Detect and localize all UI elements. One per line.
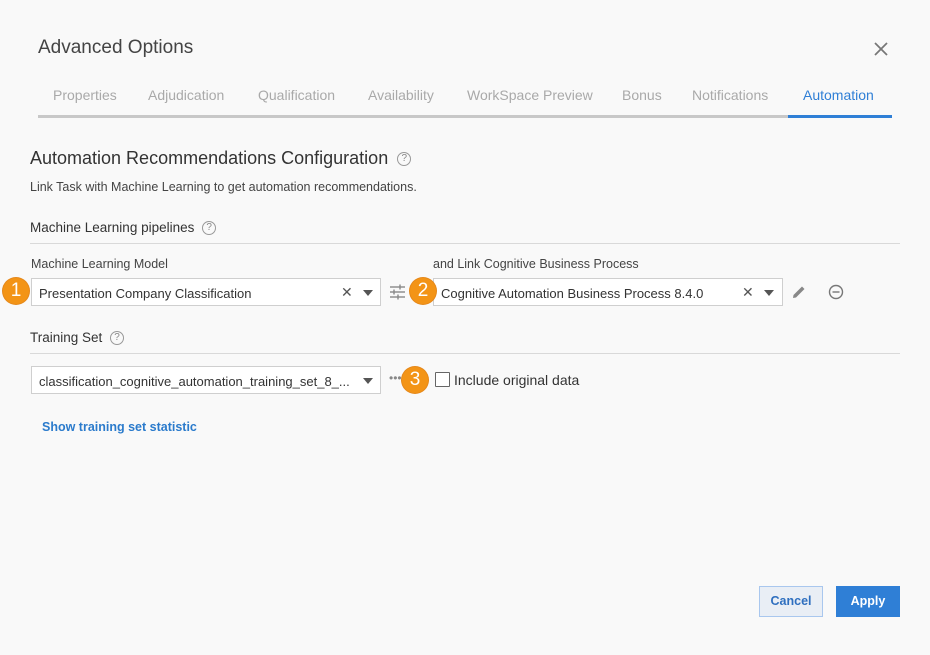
- tab-properties[interactable]: Properties: [53, 87, 117, 103]
- help-icon[interactable]: ?: [202, 221, 217, 236]
- remove-icon[interactable]: [828, 284, 844, 300]
- edit-icon[interactable]: [791, 284, 807, 300]
- pipelines-heading: Machine Learning pipelines ?: [30, 220, 217, 236]
- tab-adjudication[interactable]: Adjudication: [148, 87, 224, 103]
- tab-automation[interactable]: Automation: [803, 87, 874, 103]
- tab-active-indicator: [788, 115, 892, 118]
- help-icon[interactable]: ?: [397, 152, 412, 167]
- chevron-down-icon[interactable]: [363, 290, 373, 296]
- apply-button[interactable]: Apply: [836, 586, 900, 617]
- tab-workspace-preview[interactable]: WorkSpace Preview: [467, 87, 593, 103]
- tab-underline: [38, 115, 892, 118]
- clear-icon[interactable]: ✕: [742, 284, 754, 301]
- model-select-value: Presentation Company Classification: [39, 286, 252, 301]
- training-heading-text: Training Set: [30, 330, 103, 345]
- tune-icon[interactable]: [389, 284, 406, 300]
- process-select-value: Cognitive Automation Business Process 8.…: [441, 286, 704, 301]
- annotation-badge-1: 1: [3, 278, 29, 304]
- page-heading: Automation Recommendations Configuration…: [30, 148, 412, 169]
- cancel-button[interactable]: Cancel: [759, 586, 823, 617]
- dialog-title: Advanced Options: [38, 37, 194, 58]
- divider: [30, 353, 900, 354]
- page-heading-text: Automation Recommendations Configuration: [30, 148, 389, 168]
- include-original-checkbox[interactable]: [435, 372, 450, 387]
- tab-bonus[interactable]: Bonus: [622, 87, 662, 103]
- annotation-badge-2: 2: [410, 278, 436, 304]
- training-set-select[interactable]: classification_cognitive_automation_trai…: [31, 366, 381, 394]
- training-set-value: classification_cognitive_automation_trai…: [39, 374, 350, 389]
- model-select[interactable]: Presentation Company Classification ✕: [31, 278, 381, 306]
- pipelines-heading-text: Machine Learning pipelines: [30, 220, 195, 235]
- show-training-statistic-link[interactable]: Show training set statistic: [42, 420, 197, 434]
- model-label: Machine Learning Model: [31, 257, 168, 271]
- more-icon[interactable]: •••: [389, 371, 402, 385]
- close-icon[interactable]: [872, 40, 890, 58]
- tab-notifications[interactable]: Notifications: [692, 87, 768, 103]
- tab-qualification[interactable]: Qualification: [258, 87, 335, 103]
- include-original-label[interactable]: Include original data: [454, 372, 579, 388]
- tab-bar: Properties Adjudication Qualification Av…: [38, 80, 892, 118]
- divider: [30, 243, 900, 244]
- page-description: Link Task with Machine Learning to get a…: [30, 180, 417, 194]
- annotation-badge-3: 3: [402, 367, 428, 393]
- chevron-down-icon[interactable]: [764, 290, 774, 296]
- training-heading: Training Set ?: [30, 330, 125, 346]
- clear-icon[interactable]: ✕: [341, 284, 353, 301]
- process-select[interactable]: Cognitive Automation Business Process 8.…: [433, 278, 783, 306]
- tab-availability[interactable]: Availability: [368, 87, 434, 103]
- chevron-down-icon[interactable]: [363, 378, 373, 384]
- help-icon[interactable]: ?: [110, 331, 125, 346]
- process-label: and Link Cognitive Business Process: [433, 257, 639, 271]
